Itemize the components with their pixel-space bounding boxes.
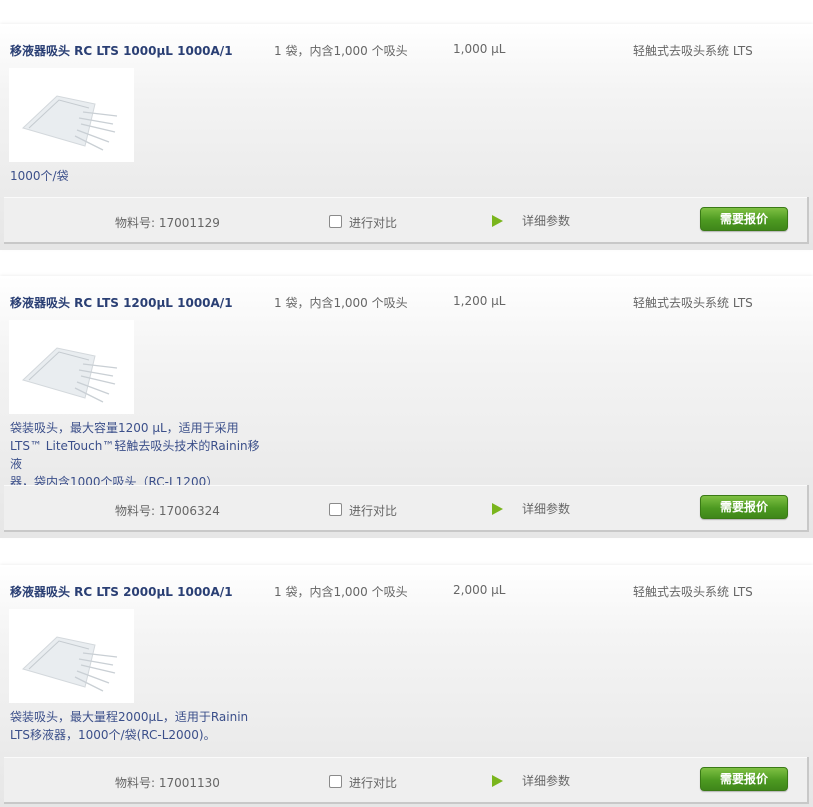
compare-label[interactable]: 进行对比 [349,214,397,231]
checkbox-icon[interactable] [329,215,342,228]
detail-label[interactable]: 详细参数 [522,772,570,789]
pack-size: 1 袋，内含1,000 个吸头 [274,296,408,310]
checkbox-icon[interactable] [329,775,342,788]
product-description: 1000个/袋 [10,169,69,183]
product-title[interactable]: 移液器吸头 RC LTS 2000µL 1000A/1 [10,583,233,600]
pipette-tip-bag-icon [22,636,118,692]
product-title[interactable]: 移液器吸头 RC LTS 1000µL 1000A/1 [10,42,233,59]
play-arrow-icon [492,214,503,227]
part-number: 物料号: 17006324 [115,504,220,518]
compare-label[interactable]: 进行对比 [349,502,397,519]
detail-params-link[interactable]: 详细参数 [492,212,570,229]
checkbox-icon[interactable] [329,503,342,516]
compare-checkbox[interactable]: 进行对比 [329,501,397,518]
product-action-bar: 物料号: 17001130 进行对比 详细参数 需要报价 [4,757,809,804]
product-card: 移液器吸头 RC LTS 1200µL 1000A/1 1 袋，内含1,000 … [0,276,813,538]
pack-size: 1 袋，内含1,000 个吸头 [274,585,408,599]
product-description: 袋装吸头，最大容量1200 µL，适用于采用 LTS™ LiteTouch™轻触… [10,421,260,489]
pack-size: 1 袋，内含1,000 个吸头 [274,44,408,58]
play-arrow-icon [492,502,503,515]
part-number: 物料号: 17001130 [115,776,220,790]
tip-system: 轻触式去吸头系统 LTS [633,296,753,310]
volume: 2,000 µL [453,583,506,597]
play-arrow-icon [492,774,503,787]
product-image[interactable] [9,320,134,414]
volume: 1,000 µL [453,42,506,56]
pipette-tip-bag-icon [22,347,118,403]
request-quote-button[interactable]: 需要报价 [700,495,788,519]
detail-label[interactable]: 详细参数 [522,212,570,229]
request-quote-button[interactable]: 需要报价 [700,207,788,231]
detail-params-link[interactable]: 详细参数 [492,772,570,789]
product-action-bar: 物料号: 17001129 进行对比 详细参数 需要报价 [4,197,809,244]
product-description: 袋装吸头，最大量程2000µL，适用于Rainin LTS移液器，1000个/袋… [10,710,249,742]
request-quote-button[interactable]: 需要报价 [700,767,788,791]
product-card: 移液器吸头 RC LTS 1000µL 1000A/1 1 袋，内含1,000 … [0,24,813,250]
tip-system: 轻触式去吸头系统 LTS [633,585,753,599]
compare-label[interactable]: 进行对比 [349,774,397,791]
pipette-tip-bag-icon [22,95,118,151]
product-card: 移液器吸头 RC LTS 2000µL 1000A/1 1 袋，内含1,000 … [0,565,813,807]
compare-checkbox[interactable]: 进行对比 [329,213,397,230]
product-action-bar: 物料号: 17006324 进行对比 详细参数 需要报价 [4,485,809,532]
tip-system: 轻触式去吸头系统 LTS [633,44,753,58]
product-title[interactable]: 移液器吸头 RC LTS 1200µL 1000A/1 [10,294,233,311]
product-image[interactable] [9,68,134,162]
compare-checkbox[interactable]: 进行对比 [329,773,397,790]
product-image[interactable] [9,609,134,703]
part-number: 物料号: 17001129 [115,216,220,230]
detail-params-link[interactable]: 详细参数 [492,500,570,517]
volume: 1,200 µL [453,294,506,308]
detail-label[interactable]: 详细参数 [522,500,570,517]
